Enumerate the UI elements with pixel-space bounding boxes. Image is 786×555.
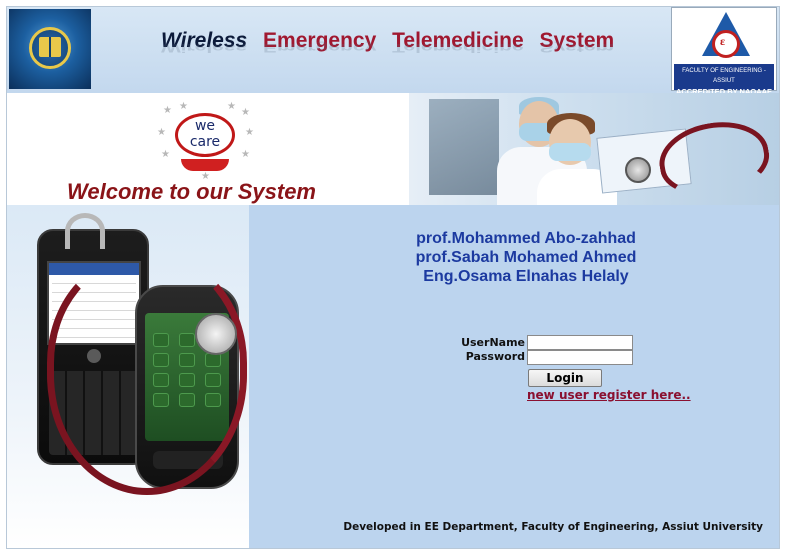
ee-emblem-icon bbox=[712, 30, 740, 58]
site-header: Wireless Emergency Telemedicine System W… bbox=[7, 7, 779, 96]
faculty-name: FACULTY OF ENGINEERING - ASSIUT bbox=[682, 68, 766, 84]
reflect-word: Telemedicine bbox=[392, 41, 524, 54]
team-names: prof.Mohammed Abo-zahhad prof.Sabah Moha… bbox=[249, 229, 779, 286]
username-label: UserName bbox=[461, 336, 525, 349]
reflect-word: Emergency bbox=[263, 41, 377, 54]
main-area: prof.Mohammed Abo-zahhad prof.Sabah Moha… bbox=[7, 205, 779, 548]
stethoscope-tube bbox=[47, 255, 247, 495]
reflect-word: Wireless bbox=[161, 41, 248, 54]
emblem-mark: ε bbox=[720, 34, 726, 48]
welcome-banner: ★ ★ ★ ★ ★ ★ ★ ★ ★ we care Welcome to our… bbox=[7, 93, 779, 205]
stethoscope-chestpiece-icon bbox=[195, 313, 237, 355]
login-button[interactable]: Login bbox=[528, 369, 602, 387]
password-label: Password bbox=[465, 350, 525, 363]
site-title-reflection: Wireless Emergency Telemedicine System bbox=[161, 41, 624, 54]
xray-image bbox=[429, 99, 499, 195]
stethoscope-icon bbox=[625, 157, 651, 183]
stethoscope-tube bbox=[653, 113, 775, 203]
university-logo bbox=[9, 9, 91, 89]
username-input[interactable] bbox=[527, 335, 633, 350]
password-input[interactable] bbox=[527, 350, 633, 365]
welcome-heading: Welcome to our System bbox=[67, 179, 316, 204]
register-link[interactable]: new user register here.. bbox=[527, 388, 691, 402]
team-member: prof.Sabah Mohamed Ahmed bbox=[415, 249, 637, 266]
phones-stethoscope-image bbox=[7, 205, 249, 548]
login-panel: prof.Mohammed Abo-zahhad prof.Sabah Moha… bbox=[249, 205, 779, 548]
stethoscope-earpiece-icon bbox=[65, 213, 105, 249]
we-care-logo: ★ ★ ★ ★ ★ ★ ★ ★ ★ we care bbox=[157, 101, 254, 182]
page-frame: Wireless Emergency Telemedicine System W… bbox=[6, 6, 780, 549]
login-form: UserName Password Login new user registe… bbox=[443, 333, 703, 413]
book-icon bbox=[39, 37, 61, 57]
faculty-band: FACULTY OF ENGINEERING - ASSIUT ACCREDIT… bbox=[674, 64, 774, 96]
reflect-word: System bbox=[539, 41, 615, 54]
doctors-photo bbox=[409, 93, 779, 205]
footer-credit: Developed in EE Department, Faculty of E… bbox=[343, 521, 763, 533]
surgical-mask bbox=[549, 143, 591, 161]
we-care-line1: we bbox=[194, 118, 216, 134]
we-care-line2: care bbox=[189, 134, 221, 150]
team-member: Eng.Osama Elnahas Helaly bbox=[423, 268, 629, 285]
faculty-logo: ε FACULTY OF ENGINEERING - ASSIUT ACCRED… bbox=[671, 7, 777, 96]
team-member: prof.Mohammed Abo-zahhad bbox=[416, 230, 636, 247]
hand-icon bbox=[181, 159, 229, 171]
we-care-bubble: we care bbox=[175, 113, 235, 157]
